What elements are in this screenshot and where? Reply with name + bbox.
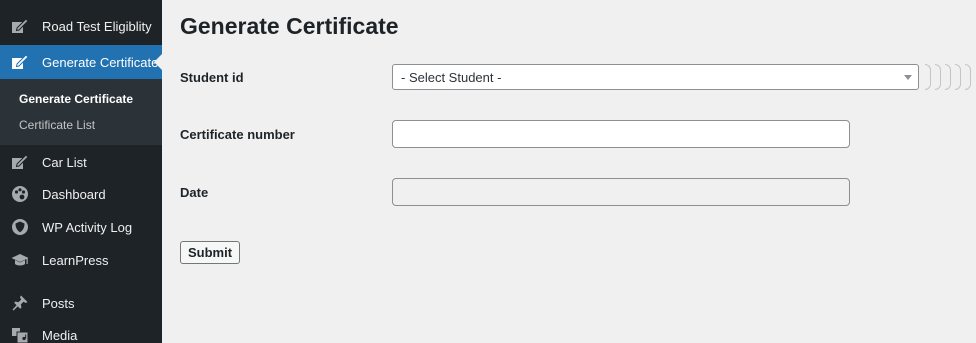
- graduation-cap-icon: [10, 250, 30, 270]
- menu-item-label: Posts: [42, 295, 75, 311]
- edit-icon: [10, 152, 30, 172]
- edit-icon: [10, 16, 30, 36]
- pin-icon: [10, 293, 30, 313]
- student-select[interactable]: - Select Student -: [392, 64, 919, 90]
- menu-item-media[interactable]: Media: [0, 318, 162, 343]
- menu-item-label: Media: [42, 327, 78, 343]
- menu-item-road-test-eligiblity[interactable]: Road Test Eligiblity: [0, 9, 162, 43]
- menu-item-label: Road Test Eligiblity: [42, 18, 152, 34]
- edit-icon: [10, 52, 30, 72]
- submenu-item-certificate-list[interactable]: Certificate List: [19, 118, 95, 132]
- menu-item-posts[interactable]: Posts: [0, 286, 162, 320]
- menu-item-label: WP Activity Log: [42, 219, 133, 235]
- palette-icon: [10, 184, 30, 204]
- menu-item-generate-certificate[interactable]: Generate Certificate: [0, 45, 162, 79]
- submit-button[interactable]: Submit: [180, 241, 240, 264]
- date-label: Date: [180, 185, 209, 200]
- menu-item-car-list[interactable]: Car List: [0, 145, 162, 179]
- submenu-item-generate-certificate[interactable]: Generate Certificate: [19, 92, 133, 106]
- loading-spinner-icon: [925, 61, 976, 93]
- student-select-value: - Select Student -: [401, 69, 502, 85]
- certificate-number-input[interactable]: [392, 120, 850, 148]
- page-title: Generate Certificate: [180, 13, 399, 39]
- student-id-label: Student id: [180, 70, 244, 85]
- date-input[interactable]: [392, 178, 850, 206]
- media-icon: [10, 325, 30, 343]
- menu-item-label: Generate Certificate: [42, 54, 159, 70]
- shield-icon: [10, 217, 30, 237]
- admin-sidebar: Road Test Eligiblity Generate Certificat…: [0, 0, 162, 343]
- menu-item-wp-activity-log[interactable]: WP Activity Log: [0, 210, 162, 244]
- menu-item-label: LearnPress: [42, 252, 109, 268]
- submenu: Generate Certificate Certificate List: [0, 79, 162, 145]
- menu-item-learnpress[interactable]: LearnPress: [0, 243, 162, 277]
- certificate-number-label: Certificate number: [180, 127, 295, 142]
- menu-item-label: Dashboard: [42, 186, 106, 202]
- chevron-down-icon: [904, 75, 912, 80]
- menu-item-label: Car List: [42, 154, 87, 170]
- menu-item-dashboard[interactable]: Dashboard: [0, 177, 162, 211]
